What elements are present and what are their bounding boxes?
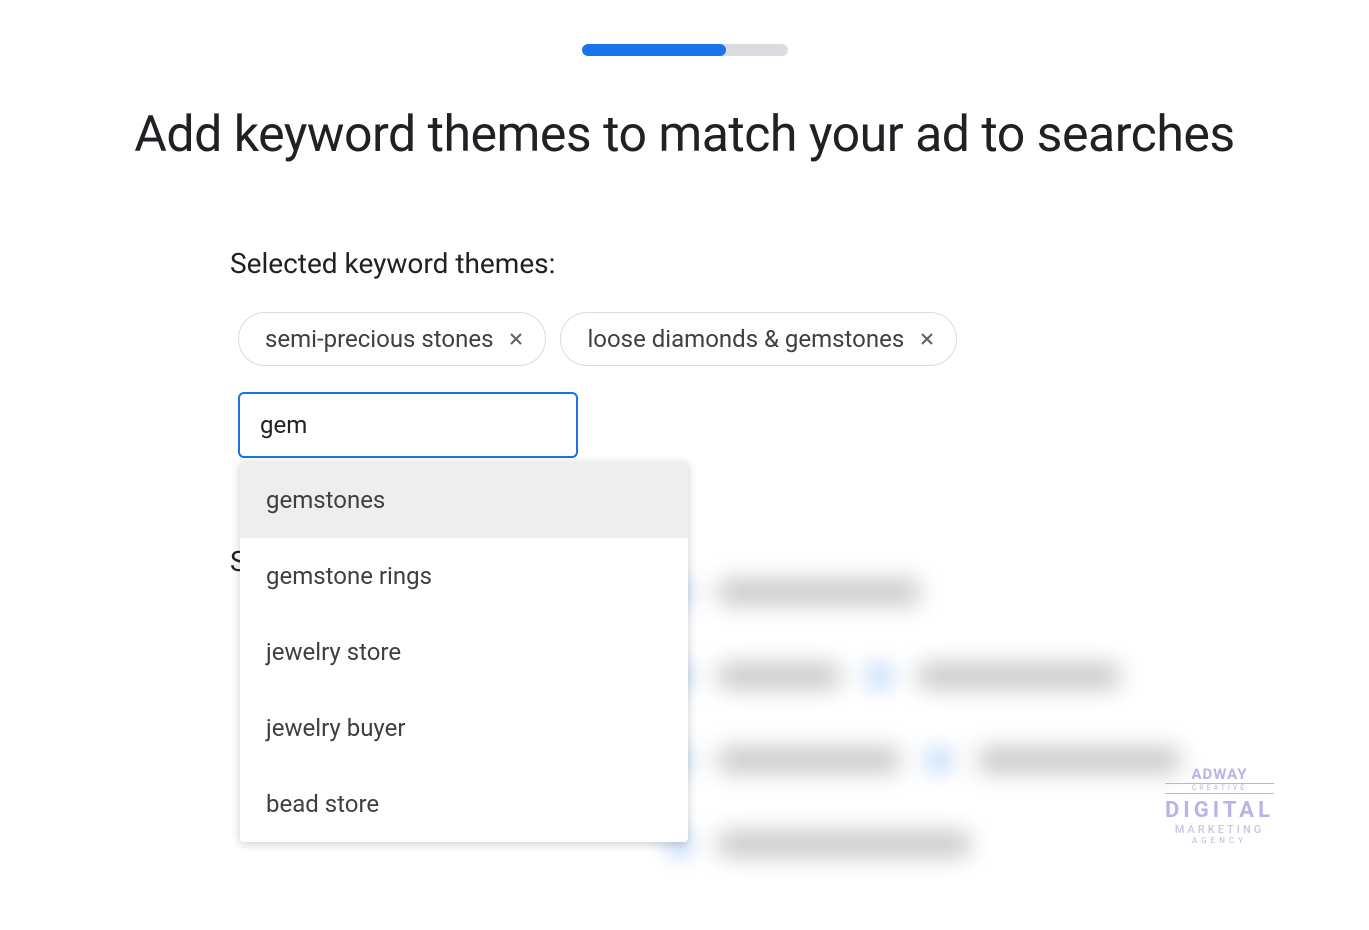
progress-fill [582,44,726,56]
blurred-background [669,550,1369,930]
suggestion-item[interactable]: jewelry store [240,614,688,690]
progress-bar [582,44,788,56]
close-icon[interactable] [505,328,527,350]
suggestion-item[interactable]: gemstone rings [240,538,688,614]
keyword-input-wrapper: gemstones gemstone rings jewelry store j… [238,392,1289,458]
watermark-logo: ADWAY CREATIVE DIGITAL MARKETING AGENCY [1165,767,1274,845]
selected-themes-label: Selected keyword themes: [230,247,1289,280]
close-icon[interactable] [916,328,938,350]
watermark-brand: ADWAY [1165,767,1274,782]
suggestion-item[interactable]: gemstones [240,462,688,538]
progress-container [0,0,1369,56]
content-area: Selected keyword themes: semi-precious s… [0,247,1369,458]
suggestion-item[interactable]: jewelry buyer [240,690,688,766]
suggestions-scroll[interactable]: gemstones gemstone rings jewelry store j… [240,462,688,842]
keyword-chip[interactable]: loose diamonds & gemstones [560,312,957,366]
suggestions-dropdown: gemstones gemstone rings jewelry store j… [240,462,688,842]
suggestion-item[interactable]: bead store [240,766,688,842]
watermark-word: AGENCY [1165,837,1274,845]
watermark-subtitle: CREATIVE [1165,783,1274,794]
watermark-word: MARKETING [1165,824,1274,835]
chips-container: semi-precious stones loose diamonds & ge… [238,312,1289,458]
keyword-chip[interactable]: semi-precious stones [238,312,546,366]
watermark-word: DIGITAL [1165,800,1274,822]
page-title: Add keyword themes to match your ad to s… [0,104,1369,167]
chip-label: loose diamonds & gemstones [587,325,904,353]
chip-label: semi-precious stones [265,325,493,353]
keyword-input[interactable] [238,392,578,458]
